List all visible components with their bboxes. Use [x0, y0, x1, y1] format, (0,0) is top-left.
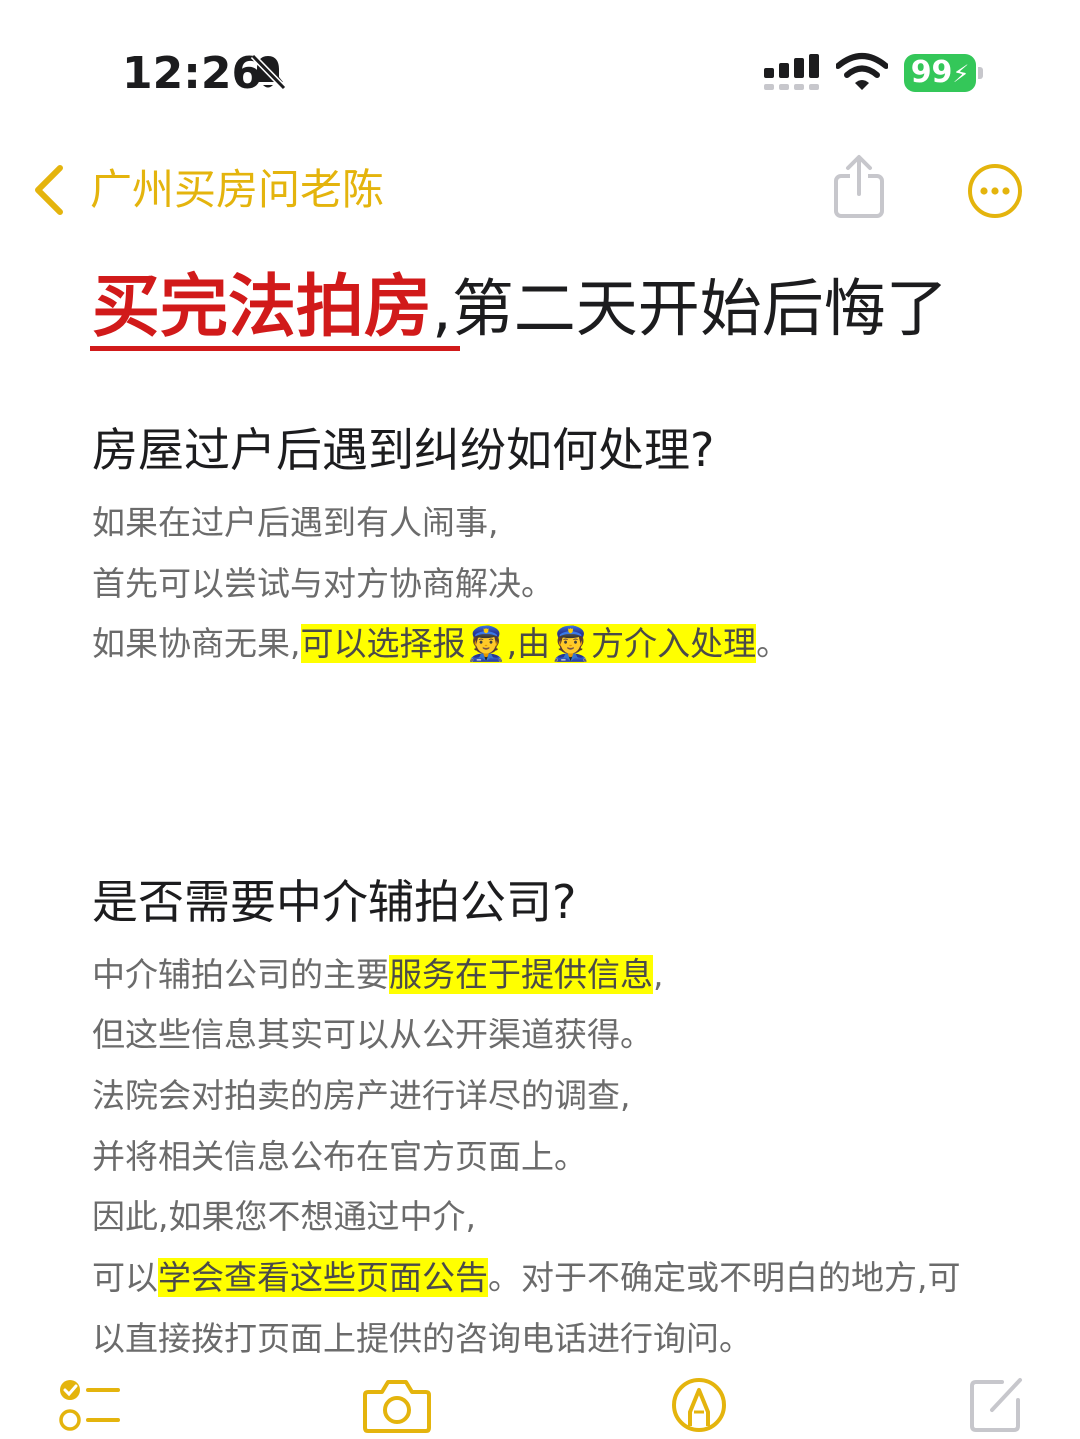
- section2-line1-post: ,: [653, 955, 664, 994]
- highlighted-text: 服务在于提供信息: [389, 955, 653, 994]
- back-button-label[interactable]: 广州买房问老陈: [90, 160, 384, 220]
- section2-line3[interactable]: 法院会对拍卖的房产进行详尽的调查,: [92, 1065, 631, 1126]
- section2-line6-post: 。对于不确定或不明白的地方,可: [488, 1258, 961, 1297]
- share-icon[interactable]: [832, 154, 886, 220]
- section2-line4[interactable]: 并将相关信息公布在官方页面上。: [92, 1126, 587, 1187]
- section1-line3-pre: 如果协商无果,: [92, 624, 301, 663]
- cellular-signal-icon: [764, 54, 819, 90]
- highlighted-text: 学会查看这些页面公告: [158, 1258, 488, 1297]
- note-title[interactable]: 买完法拍房,第二天开始后悔了: [92, 266, 948, 351]
- section2-line2[interactable]: 但这些信息其实可以从公开渠道获得。: [92, 1004, 653, 1065]
- section2-line6[interactable]: 可以学会查看这些页面公告。对于不确定或不明白的地方,可: [92, 1247, 961, 1308]
- section2-line1[interactable]: 中介辅拍公司的主要服务在于提供信息,: [92, 944, 664, 1005]
- markup-pen-icon[interactable]: [670, 1376, 728, 1434]
- note-title-highlight: 买完法拍房: [92, 268, 433, 347]
- battery-level: 99⚡: [904, 54, 976, 92]
- section2-line7[interactable]: 以直接拨打页面上提供的咨询电话进行询问。: [92, 1308, 752, 1369]
- more-options-icon[interactable]: [966, 162, 1024, 220]
- section2-line6-pre: 可以: [92, 1258, 158, 1297]
- section2-heading[interactable]: 是否需要中介辅拍公司?: [92, 872, 576, 932]
- section1-line2[interactable]: 首先可以尝试与对方协商解决。: [92, 553, 554, 614]
- highlighted-text: 可以选择报👮,由👮方介入处理: [300, 624, 757, 663]
- battery-charging-icon: 99⚡: [904, 54, 984, 94]
- chevron-left-icon[interactable]: [30, 162, 70, 218]
- section1-line1[interactable]: 如果在过户后遇到有人闹事,: [92, 492, 499, 553]
- status-time: 12:26: [122, 48, 263, 99]
- camera-icon[interactable]: [362, 1376, 432, 1434]
- compose-icon[interactable]: [966, 1374, 1026, 1434]
- battery-cap: [978, 67, 983, 79]
- wifi-icon: [836, 53, 888, 90]
- checklist-icon[interactable]: [58, 1376, 122, 1434]
- section2-line1-pre: 中介辅拍公司的主要: [92, 955, 389, 994]
- section1-heading[interactable]: 房屋过户后遇到纠纷如何处理?: [92, 420, 714, 480]
- note-title-rest: ,第二天开始后悔了: [432, 272, 948, 345]
- title-underline: [90, 346, 460, 351]
- section2-line5[interactable]: 因此,如果您不想通过中介,: [92, 1186, 476, 1247]
- section1-line3[interactable]: 如果协商无果,可以选择报👮,由👮方介入处理。: [92, 613, 789, 674]
- bell-slash-icon: [250, 53, 287, 91]
- section1-line3-post: 。: [756, 624, 790, 663]
